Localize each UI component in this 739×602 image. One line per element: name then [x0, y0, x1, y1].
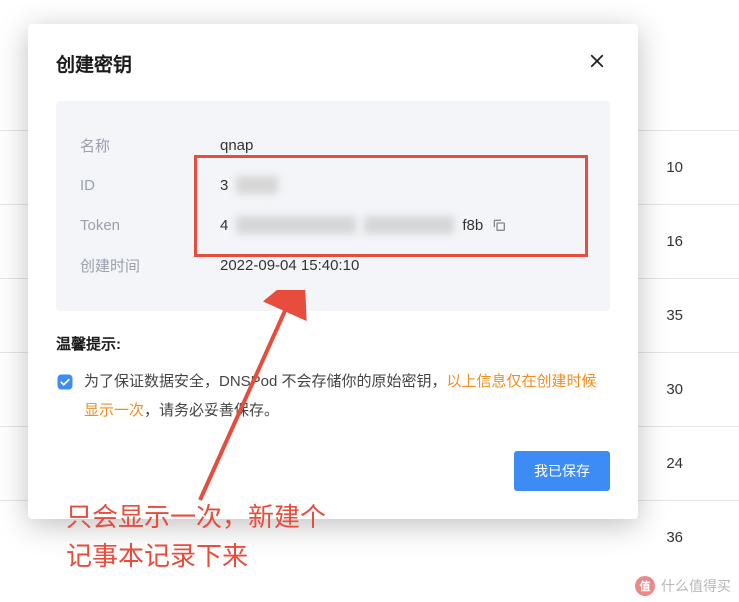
- close-icon[interactable]: [584, 48, 610, 79]
- created-row: 创建时间 2022-09-04 15:40:10: [80, 245, 580, 285]
- modal-title: 创建密钥: [56, 50, 132, 77]
- id-masked: [236, 176, 278, 194]
- watermark: 值 什么值得买: [635, 576, 731, 596]
- id-row: ID 3: [80, 165, 580, 205]
- key-info-panel: 名称 qnap ID 3 Token 4 f8b 创建时: [56, 101, 610, 311]
- create-key-modal: 创建密钥 名称 qnap ID 3 Token 4 f8b: [28, 24, 638, 519]
- tips-text: 为了保证数据安全，DNSPod 不会存储你的原始密钥，以上信息仅在创建时候显示一…: [84, 368, 610, 425]
- watermark-logo-icon: 值: [635, 576, 655, 596]
- name-value: qnap: [220, 137, 253, 154]
- created-label: 创建时间: [80, 255, 220, 276]
- modal-header: 创建密钥: [56, 48, 610, 79]
- id-value: 3: [220, 176, 278, 194]
- token-masked: [364, 216, 454, 234]
- check-icon: [56, 373, 74, 391]
- token-row: Token 4 f8b: [80, 205, 580, 245]
- copy-icon[interactable]: [491, 217, 507, 233]
- id-label: ID: [80, 177, 220, 194]
- token-masked: [236, 216, 356, 234]
- token-label: Token: [80, 217, 220, 234]
- tips-header: 温馨提示:: [56, 333, 610, 354]
- created-value: 2022-09-04 15:40:10: [220, 257, 359, 274]
- token-value: 4 f8b: [220, 216, 507, 234]
- name-label: 名称: [80, 135, 220, 156]
- tips-body: 为了保证数据安全，DNSPod 不会存储你的原始密钥，以上信息仅在创建时候显示一…: [56, 368, 610, 425]
- name-row: 名称 qnap: [80, 125, 580, 165]
- modal-footer: 我已保存: [56, 451, 610, 491]
- save-button[interactable]: 我已保存: [514, 451, 610, 491]
